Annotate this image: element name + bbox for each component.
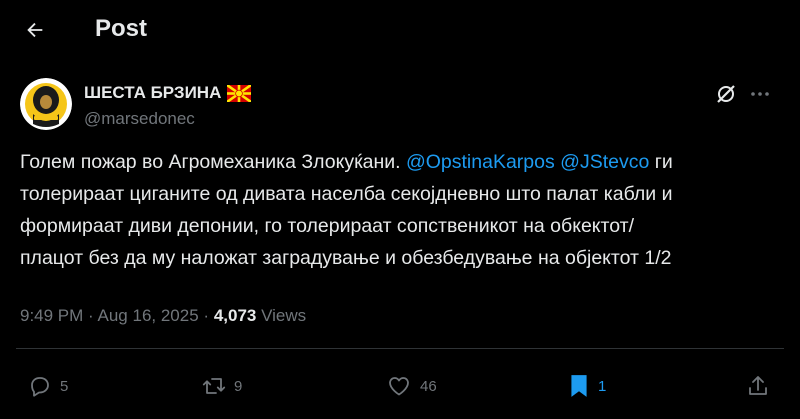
grok-icon [717, 85, 735, 103]
avatar-image [20, 78, 72, 130]
author-name[interactable]: ШЕСТА БРЗИНА [84, 82, 252, 104]
north-macedonia-flag-icon [227, 84, 252, 102]
share-icon [749, 376, 767, 395]
reply-count: 5 [60, 377, 69, 395]
heart-icon [389, 377, 409, 396]
bookmark-icon [571, 375, 587, 397]
tweet-time[interactable]: 9:49 PM [20, 306, 83, 325]
page-title: Post [95, 15, 148, 42]
tweet-meta: 9:49 PM · Aug 16, 2025 · 4,073 Views [20, 305, 306, 327]
reply-button[interactable]: 5 [28, 372, 68, 400]
more-dots-icon [751, 92, 769, 96]
bookmark-count: 1 [598, 377, 607, 395]
views-label: Views [261, 306, 307, 325]
divider [16, 348, 784, 349]
more-options-button[interactable] [748, 82, 778, 108]
retweet-count: 9 [234, 377, 243, 395]
tweet-line-3: формираат диви депонии, го толерираат со… [20, 215, 635, 237]
mention-link[interactable]: @JStevco [560, 151, 649, 173]
tweet-date[interactable]: Aug 16, 2025 [98, 306, 199, 325]
reply-icon [31, 377, 49, 397]
page-header: Post [0, 0, 800, 58]
tweet-text-segment: Голем пожар во Агромеханика Злокуќани. [20, 151, 406, 173]
retweet-button[interactable]: 9 [202, 372, 242, 400]
share-button[interactable] [746, 372, 770, 400]
retweet-icon [202, 378, 226, 394]
avatar[interactable] [20, 78, 72, 130]
mention-link[interactable]: @OpstinaKarpos [406, 151, 555, 173]
meta-separator: · [88, 306, 94, 325]
like-button[interactable]: 46 [386, 372, 437, 400]
author-display-name: ШЕСТА БРЗИНА [84, 83, 222, 102]
like-count: 46 [420, 377, 437, 395]
tweet-line-2: толерираат циганите од дивата населба се… [20, 183, 673, 205]
tweet-text-segment: ги [649, 151, 673, 173]
tweet-text: Голем пожар во Агромеханика Злокуќани. @… [20, 146, 780, 274]
back-button[interactable] [18, 13, 52, 47]
tweet-line-4: плацот без да му наложат заградување и о… [20, 247, 672, 269]
tweet-line-1: Голем пожар во Агромеханика Злокуќани. @… [20, 146, 780, 178]
views-count: 4,073 [213, 306, 257, 325]
back-arrow-icon [27, 22, 43, 38]
author-handle[interactable]: @marsedonec [84, 108, 195, 130]
grok-button[interactable] [714, 82, 744, 108]
meta-separator: · [203, 306, 210, 325]
bookmark-button[interactable]: 1 [568, 372, 606, 400]
